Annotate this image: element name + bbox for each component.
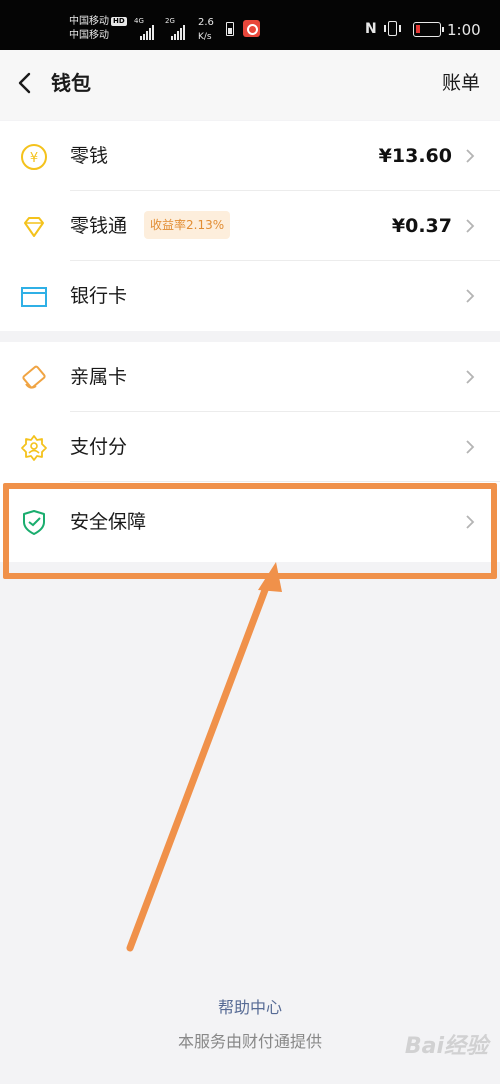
chevron-right-icon — [466, 370, 475, 384]
network-speed: 2.6 K/s — [198, 16, 214, 44]
carrier-info: 中国移动 HD 中国移动 — [69, 15, 127, 43]
nfc-icon: N — [365, 21, 377, 37]
row-label: 零钱 — [70, 145, 109, 167]
row-label: 支付分 — [70, 436, 128, 458]
sim-icon — [226, 22, 234, 36]
yuan-coin-icon: ¥ — [21, 144, 47, 170]
diamond-icon — [24, 217, 44, 237]
battery-icon — [413, 22, 444, 37]
carrier-1: 中国移动 — [69, 16, 109, 27]
family-card-icon — [22, 365, 46, 389]
clock: 1:00 — [447, 21, 481, 39]
carrier-2: 中国移动 — [69, 30, 109, 41]
bank-card-icon — [21, 287, 47, 307]
chevron-right-icon — [466, 149, 475, 163]
chevron-right-icon — [466, 219, 475, 233]
back-arrow-icon[interactable] — [14, 68, 38, 98]
row-change-pass[interactable]: 零钱通 收益率2.13% ¥0.37 — [0, 191, 500, 261]
balance-value: ¥0.37 — [391, 215, 452, 237]
bill-link[interactable]: 账单 — [442, 69, 480, 97]
row-pay-score[interactable]: 支付分 — [0, 412, 500, 482]
chevron-right-icon — [466, 289, 475, 303]
watermark-logo: Bai经验 — [404, 1034, 488, 1059]
signal-1-icon: 4G — [134, 17, 160, 40]
row-bank-card[interactable]: 银行卡 — [0, 261, 500, 331]
hd-badge: HD — [111, 17, 127, 26]
help-center-link[interactable]: 帮助中心 — [0, 996, 500, 1020]
signal-2-icon: 2G — [165, 17, 191, 40]
annotation-highlight-box — [3, 483, 497, 579]
row-family-card[interactable]: 亲属卡 — [0, 342, 500, 412]
svg-text:¥: ¥ — [30, 151, 38, 166]
wallet-group-1: ¥ 零钱 ¥13.60 零钱通 收益率2.13% ¥0.37 银行卡 — [0, 121, 500, 331]
pay-score-icon — [21, 435, 47, 461]
vibrate-icon — [384, 21, 401, 36]
row-label: 银行卡 — [70, 285, 128, 307]
page-title: 钱包 — [51, 71, 91, 95]
yield-badge: 收益率2.13% — [144, 211, 231, 239]
app-notification-icon — [243, 20, 260, 37]
speed-value: 2.6 — [198, 17, 214, 28]
nav-bar: 钱包 账单 — [0, 50, 500, 120]
speed-unit: K/s — [198, 32, 212, 42]
status-bar: 中国移动 HD 中国移动 4G 2G 2.6 K/s N 1:00 — [0, 0, 500, 50]
row-label: 亲属卡 — [70, 366, 128, 388]
balance-value: ¥13.60 — [378, 145, 452, 167]
chevron-right-icon — [466, 440, 475, 454]
row-label: 零钱通 — [70, 215, 128, 237]
row-change[interactable]: ¥ 零钱 ¥13.60 — [0, 121, 500, 191]
